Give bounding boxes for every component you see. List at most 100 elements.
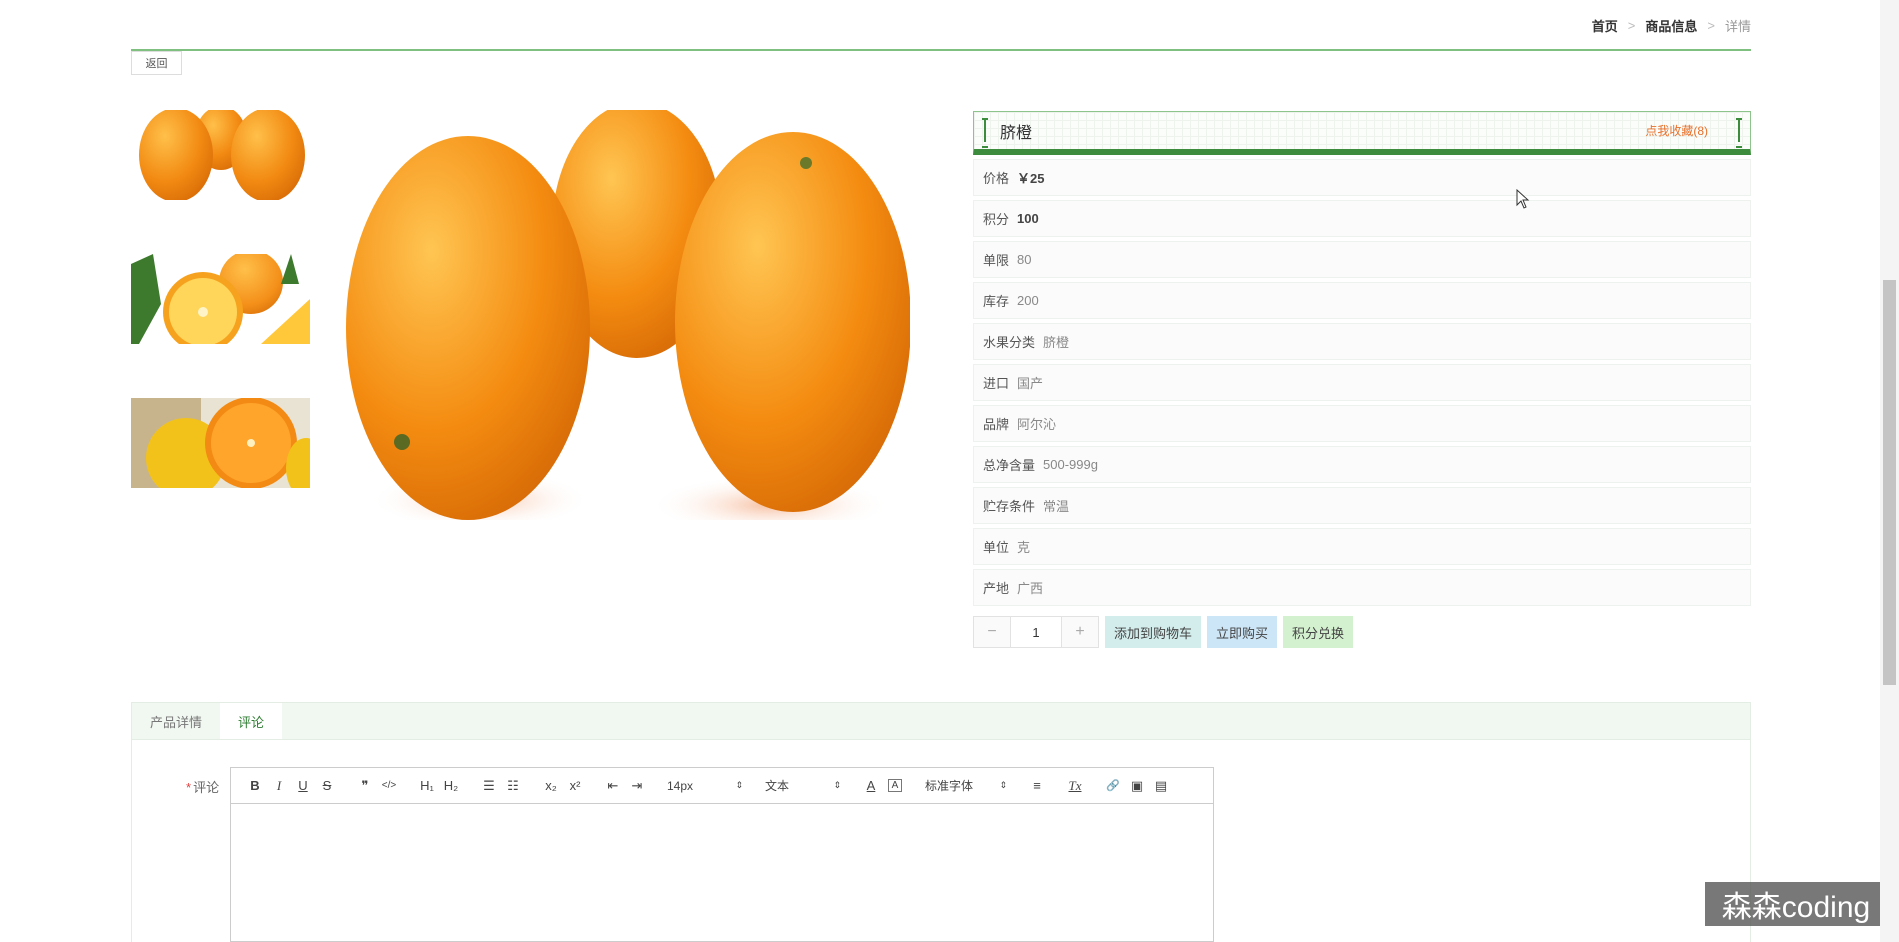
- scrollbar-thumb[interactable]: [1883, 280, 1896, 685]
- blockquote-button[interactable]: ❞: [353, 778, 377, 794]
- tab-product-details[interactable]: 产品详情: [132, 703, 220, 739]
- attr-key: 产地: [983, 581, 1010, 596]
- attr-value: 500-999g: [1043, 457, 1098, 472]
- text-style-value: 文本: [765, 779, 790, 793]
- breadcrumb-separator: >: [1707, 18, 1715, 33]
- bullet-list-button[interactable]: ☷: [501, 778, 525, 794]
- bold-button[interactable]: B: [243, 778, 267, 793]
- navel-orange-image: [340, 110, 910, 520]
- superscript-button[interactable]: x²: [563, 778, 587, 793]
- purchase-actions: − + 添加到购物车 立即购买 积分兑换: [973, 616, 1751, 648]
- quantity-input[interactable]: [1010, 617, 1062, 647]
- pin-icon: [1736, 118, 1742, 148]
- mouse-cursor-icon: [1516, 189, 1530, 209]
- attr-row-origin: 产地 广西: [973, 569, 1751, 606]
- attr-key: 品牌: [983, 417, 1010, 432]
- attr-value: 80: [1017, 252, 1032, 267]
- attr-key: 积分: [983, 212, 1010, 227]
- attr-key: 单位: [983, 540, 1010, 555]
- video-button[interactable]: ▤: [1149, 778, 1173, 794]
- align-button[interactable]: ≡: [1025, 778, 1049, 793]
- attr-value: 常温: [1043, 499, 1070, 514]
- heading-2-button[interactable]: H₂: [439, 778, 463, 793]
- comment-editor: B I U S ❞ </> H₁ H₂ ☰ ☷ x₂ x² ⇤ ⇥ 14px ⇕: [230, 767, 1214, 942]
- product-name: 脐橙: [1000, 124, 1033, 142]
- code-block-button[interactable]: </>: [377, 780, 401, 791]
- attr-key: 贮存条件: [983, 499, 1036, 514]
- thumbnail-1[interactable]: [131, 110, 310, 200]
- add-to-cart-button[interactable]: 添加到购物车: [1105, 616, 1202, 648]
- attr-row-category: 水果分类 脐橙: [973, 323, 1751, 360]
- favorite-link[interactable]: 点我收藏(8): [1645, 122, 1708, 139]
- indent-button[interactable]: ⇥: [625, 778, 649, 794]
- attr-value: 阿尔沁: [1017, 417, 1057, 432]
- select-arrow-icon: ⇕: [833, 780, 841, 790]
- attr-value: 克: [1017, 540, 1031, 555]
- buy-now-button[interactable]: 立即购买: [1207, 616, 1278, 648]
- text-color-button[interactable]: A: [859, 778, 883, 793]
- header-divider: [131, 49, 1751, 51]
- breadcrumb-section[interactable]: 商品信息: [1645, 16, 1697, 35]
- attr-row-import: 进口 国产: [973, 364, 1751, 401]
- attr-value: 200: [1017, 293, 1039, 308]
- italic-button[interactable]: I: [267, 778, 291, 794]
- breadcrumb-home[interactable]: 首页: [1592, 16, 1618, 35]
- subscript-button[interactable]: x₂: [539, 778, 563, 793]
- comment-label-text: 评论: [193, 780, 220, 795]
- font-size-select[interactable]: 14px ⇕: [663, 779, 747, 793]
- watermark: 森森coding: [1705, 882, 1887, 926]
- attr-row-stock: 库存 200: [973, 282, 1751, 319]
- attr-key: 单限: [983, 253, 1010, 268]
- strike-button[interactable]: S: [315, 778, 339, 793]
- attr-value: 100: [1017, 211, 1039, 226]
- product-title-bar: 脐橙 点我收藏(8): [973, 111, 1751, 155]
- select-arrow-icon: ⇕: [999, 780, 1007, 790]
- ordered-list-button[interactable]: ☰: [477, 778, 501, 794]
- attr-row-net-weight: 总净含量 500-999g: [973, 446, 1751, 483]
- attr-row-limit: 单限 80: [973, 241, 1751, 278]
- clean-format-button[interactable]: Tx: [1063, 778, 1087, 794]
- font-family-select[interactable]: 标准字体 ⇕: [921, 777, 1011, 794]
- breadcrumb-current: 详情: [1724, 19, 1751, 34]
- select-arrow-icon: ⇕: [735, 780, 743, 790]
- orange-thumbnail-image: [131, 110, 310, 200]
- required-mark: *: [186, 780, 192, 795]
- underline-button[interactable]: U: [291, 778, 315, 793]
- breadcrumb: 首页 > 商品信息 > 详情: [1592, 16, 1751, 35]
- attribute-list: 价格 ￥25 积分 100 单限 80 库存 200 水果分类 脐橙 进口 国产: [973, 159, 1751, 606]
- quantity-increment-button[interactable]: +: [1062, 617, 1098, 647]
- font-size-value: 14px: [667, 778, 694, 793]
- attr-value: 国产: [1017, 376, 1044, 391]
- attr-row-storage: 贮存条件 常温: [973, 487, 1751, 524]
- attr-row-price: 价格 ￥25: [973, 159, 1751, 196]
- comment-field-label: * 评论: [186, 777, 219, 796]
- outdent-button[interactable]: ⇤: [601, 778, 625, 794]
- main-product-image: [340, 110, 910, 520]
- attr-value: ￥25: [1017, 171, 1045, 186]
- scrollbar[interactable]: [1880, 0, 1899, 942]
- font-family-value: 标准字体: [925, 779, 974, 793]
- link-button[interactable]: 🔗: [1101, 779, 1125, 792]
- tab-comments[interactable]: 评论: [220, 703, 283, 739]
- image-button[interactable]: ▣: [1125, 778, 1149, 794]
- attr-row-brand: 品牌 阿尔沁: [973, 405, 1751, 442]
- editor-toolbar: B I U S ❞ </> H₁ H₂ ☰ ☷ x₂ x² ⇤ ⇥ 14px ⇕: [231, 768, 1213, 804]
- attr-row-points: 积分 100: [973, 200, 1751, 237]
- thumbnail-3[interactable]: [131, 398, 310, 488]
- back-button[interactable]: 返回: [131, 51, 182, 75]
- orange-halves-thumbnail-image: [131, 398, 310, 488]
- quantity-decrement-button[interactable]: −: [974, 617, 1010, 647]
- text-style-select[interactable]: 文本 ⇕: [761, 777, 845, 794]
- product-detail-page: 首页 > 商品信息 > 详情 返回 脐橙 点我收藏(8) 价格 ￥25 积分 1…: [0, 0, 1899, 942]
- background-color-button[interactable]: A: [888, 779, 902, 792]
- attr-key: 库存: [983, 294, 1010, 309]
- attr-key: 价格: [983, 171, 1010, 186]
- breadcrumb-separator: >: [1627, 18, 1636, 33]
- attr-row-unit: 单位 克: [973, 528, 1751, 565]
- points-exchange-button[interactable]: 积分兑换: [1283, 616, 1354, 648]
- thumbnail-2[interactable]: [131, 254, 310, 344]
- editor-content-area[interactable]: [231, 804, 1213, 942]
- quantity-stepper: − +: [973, 616, 1099, 648]
- heading-1-button[interactable]: H₁: [415, 778, 439, 793]
- attr-key: 进口: [983, 376, 1010, 391]
